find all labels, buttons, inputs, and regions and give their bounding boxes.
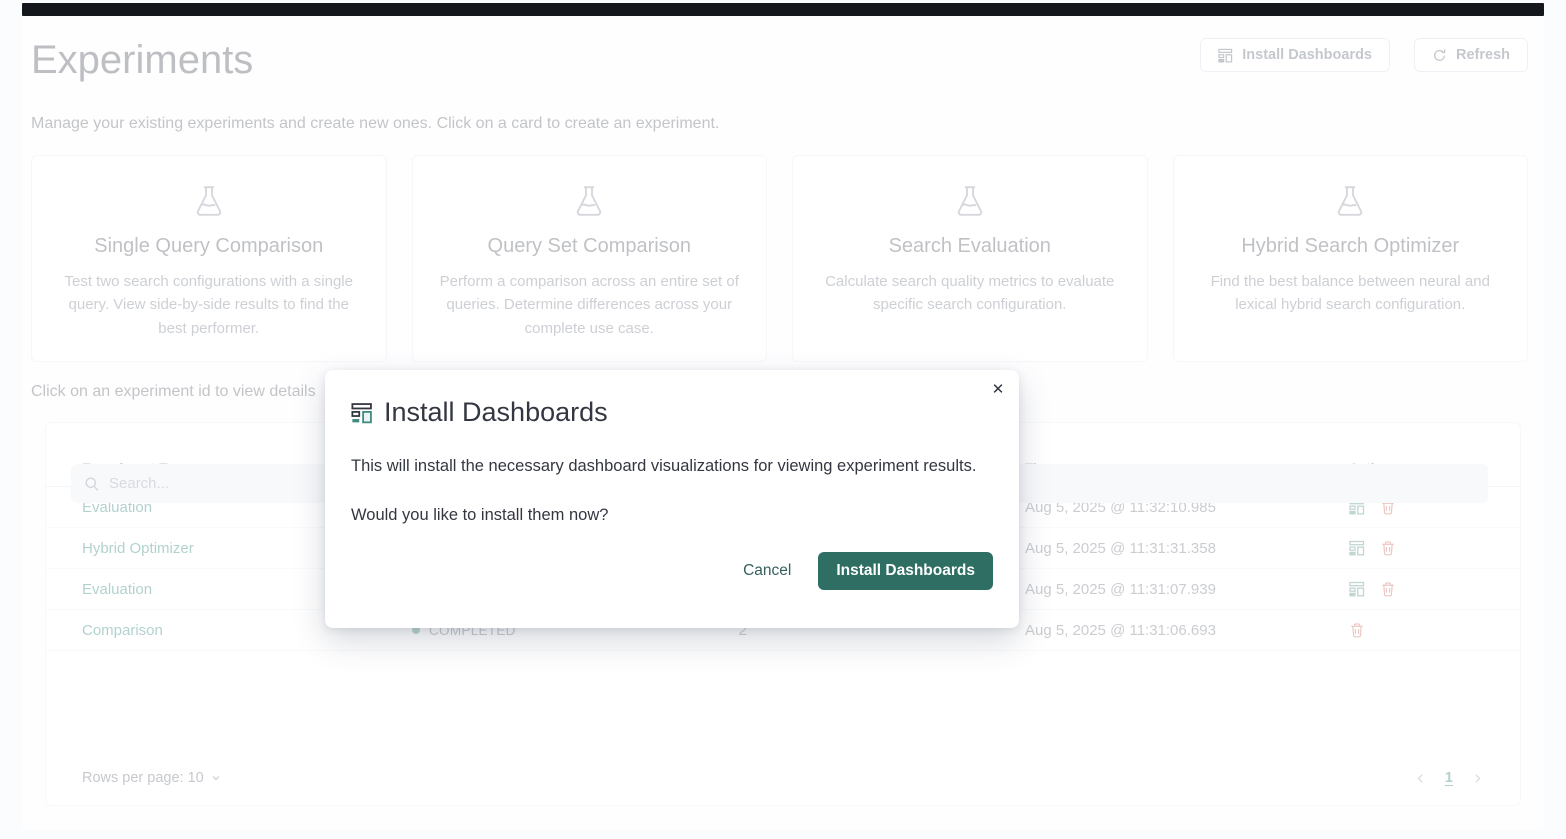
modal-text-line1: This will install the necessary dashboar…: [351, 457, 993, 476]
app-header-bar: [22, 3, 1544, 16]
dashboard-icon: [351, 402, 373, 424]
modal-text-line2: Would you like to install them now?: [351, 506, 993, 525]
install-dashboards-modal: ✕ Install Dashboards This will install t…: [325, 370, 1019, 628]
close-icon[interactable]: ✕: [987, 378, 1009, 400]
install-dashboards-confirm-button[interactable]: Install Dashboards: [818, 552, 993, 590]
cancel-button[interactable]: Cancel: [743, 562, 791, 580]
modal-title: Install Dashboards: [384, 397, 608, 428]
